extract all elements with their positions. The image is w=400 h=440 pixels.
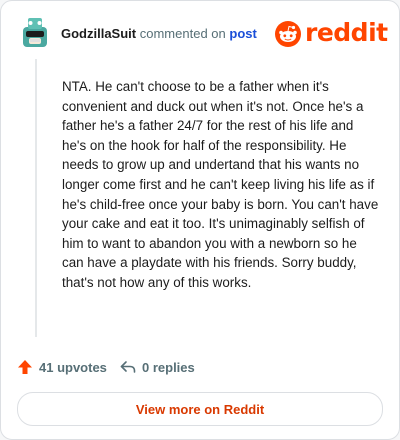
username-link[interactable]: GodzillaSuit bbox=[61, 26, 136, 41]
reddit-snoo-icon bbox=[275, 21, 301, 47]
upvote-button[interactable]: 41 upvotes bbox=[17, 359, 107, 375]
avatar-icon[interactable] bbox=[19, 17, 51, 49]
commented-on-label: commented on bbox=[139, 26, 226, 41]
reddit-comment-embed: GodzillaSuit commented on post reddit NT… bbox=[0, 0, 400, 440]
comment-body: NTA. He can't choose to be a father when… bbox=[62, 79, 379, 290]
upvote-arrow-icon bbox=[18, 360, 32, 374]
replies-button[interactable]: 0 replies bbox=[120, 359, 195, 375]
comment-footer: 41 upvotes 0 replies bbox=[17, 359, 383, 379]
replies-count: 0 replies bbox=[142, 359, 195, 375]
post-link[interactable]: post bbox=[229, 26, 256, 41]
comment-meta: GodzillaSuit commented on post bbox=[61, 26, 257, 41]
comment-header: GodzillaSuit commented on post reddit bbox=[19, 17, 388, 53]
upvote-count: 41 upvotes bbox=[39, 359, 107, 375]
reddit-logo[interactable]: reddit bbox=[275, 18, 388, 49]
reddit-wordmark: reddit bbox=[305, 18, 388, 47]
view-more-button[interactable]: View more on Reddit bbox=[17, 392, 383, 426]
reply-arrow-icon bbox=[120, 361, 136, 373]
thread-line bbox=[35, 59, 37, 337]
